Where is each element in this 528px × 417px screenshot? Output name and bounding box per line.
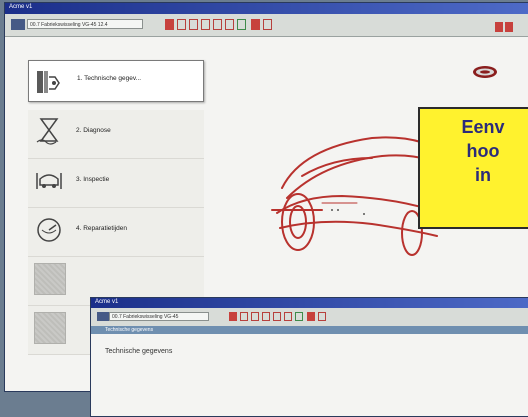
- toolbar-button-6-icon[interactable]: [225, 19, 234, 30]
- inner-titlebar[interactable]: Acme v1: [91, 298, 528, 308]
- toolbar-button-2-icon[interactable]: [177, 19, 186, 30]
- inner-toolbar-button-8-icon[interactable]: [307, 312, 315, 321]
- inner-toolbar: 00.7 Fabriekswisseling VG-45: [91, 308, 528, 327]
- menu-item-technical-data[interactable]: 1. Technische gegev...: [28, 60, 204, 102]
- toolbar-button-4-icon[interactable]: [201, 19, 210, 30]
- inner-vehicle-selector[interactable]: 00.7 Fabriekswisseling VG-45: [109, 312, 209, 321]
- inner-toolbar-button-7-icon[interactable]: [295, 312, 303, 321]
- inner-toolbar-button-2-icon[interactable]: [240, 312, 248, 321]
- app-logo-icon: [97, 312, 109, 321]
- brand-logo-icon: [473, 66, 497, 78]
- callout-line-3: in: [475, 165, 491, 185]
- menu-item-diagnosis[interactable]: 2. Diagnose: [28, 110, 204, 159]
- callout-line-2: hoo: [466, 141, 500, 161]
- menu-item-inspection[interactable]: 3. Inspectie: [28, 159, 204, 208]
- stopwatch-icon: [37, 218, 61, 242]
- disabled-placeholder-icon: [34, 312, 66, 344]
- technical-data-icon: [37, 71, 60, 93]
- app-logo-icon: [11, 19, 25, 30]
- inner-toolbar-button-3-icon[interactable]: [251, 312, 259, 321]
- toolbar-right-group: [493, 19, 523, 32]
- menu-item-label: 4. Reparatietijden: [76, 225, 127, 232]
- toolbar-button-8-icon[interactable]: [251, 19, 260, 30]
- breadcrumb-label: Technische gegevens: [105, 327, 154, 333]
- toolbar-button-5-icon[interactable]: [213, 19, 222, 30]
- menu-item-repair-times[interactable]: 4. Reparatietijden: [28, 208, 204, 257]
- vehicle-selector[interactable]: 00.7 Fabriekswisseling VG-45 12.4: [27, 19, 143, 29]
- inner-window: Acme v1 00.7 Fabriekswisseling VG-45 Tec…: [90, 297, 528, 417]
- disabled-placeholder-icon: [34, 263, 66, 295]
- main-titlebar[interactable]: Acme v1: [5, 3, 528, 14]
- main-toolbar: 00.7 Fabriekswisseling VG-45 12.4: [5, 14, 528, 37]
- main-window-title: Acme v1: [9, 4, 33, 10]
- close-icon[interactable]: [505, 22, 513, 32]
- promo-callout: Eenv hoo in: [418, 107, 528, 229]
- toolbar-button-7-icon[interactable]: [237, 19, 246, 30]
- toolbar-button-3-icon[interactable]: [189, 19, 198, 30]
- breadcrumb: Technische gegevens: [91, 326, 528, 334]
- inner-toolbar-button-4-icon[interactable]: [262, 312, 270, 321]
- inner-window-title: Acme v1: [95, 299, 119, 305]
- help-icon[interactable]: [495, 22, 503, 32]
- inner-toolbar-button-1-icon[interactable]: [229, 312, 237, 321]
- inner-toolbar-button-6-icon[interactable]: [284, 312, 292, 321]
- menu-item-label: 3. Inspectie: [76, 176, 110, 183]
- callout-line-1: Eenv: [461, 117, 505, 137]
- menu-item-label: 1. Technische gegev...: [77, 75, 142, 82]
- toolbar-button-1-icon[interactable]: [165, 19, 174, 30]
- inner-toolbar-button-9-icon[interactable]: [318, 312, 326, 321]
- car-lift-icon: [36, 173, 62, 189]
- hourglass-icon: [36, 118, 59, 145]
- toolbar-button-9-icon[interactable]: [263, 19, 272, 30]
- menu-item-label: 2. Diagnose: [76, 127, 111, 134]
- page-title: Technische gegevens: [105, 348, 173, 355]
- inner-toolbar-button-5-icon[interactable]: [273, 312, 281, 321]
